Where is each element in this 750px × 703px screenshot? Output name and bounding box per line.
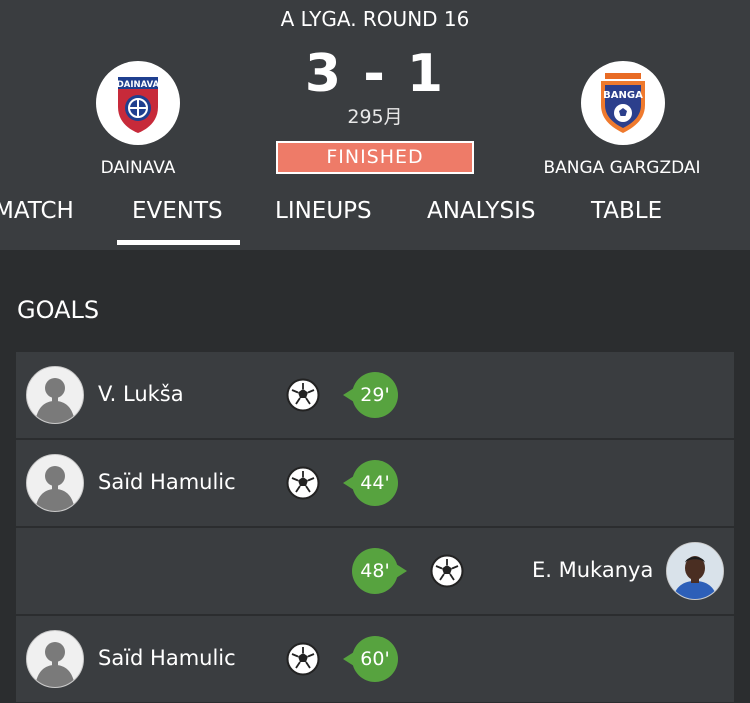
- match-header: A LYGA. ROUND 16 DAINAVA DAINAVA 3 - 1 2…: [0, 0, 750, 250]
- banga-crest-icon: BANGA: [601, 73, 645, 133]
- tab-lineups[interactable]: LINEUPS: [275, 198, 372, 224]
- soccer-ball-icon: [286, 378, 320, 412]
- tab-events[interactable]: EVENTS: [132, 198, 223, 224]
- match-status-badge: FINISHED: [276, 141, 474, 174]
- player-avatar-icon: [26, 454, 84, 512]
- goal-scorer-name[interactable]: Saïd Hamulic: [98, 646, 236, 670]
- away-crest-text: BANGA: [603, 90, 643, 101]
- goal-minute-badge: 29': [343, 372, 398, 418]
- tab-match[interactable]: MATCH: [0, 198, 74, 224]
- goal-scorer-name[interactable]: V. Lukša: [98, 382, 184, 406]
- tab-table[interactable]: TABLE: [591, 198, 662, 224]
- goal-minute-badge: 60': [343, 636, 398, 682]
- goal-minute-badge: 48': [352, 548, 407, 594]
- active-tab-indicator: [117, 240, 240, 245]
- goal-event-row[interactable]: V. Lukša 29': [16, 352, 734, 438]
- competition-round: A LYGA. ROUND 16: [280, 7, 470, 31]
- goal-scorer-name[interactable]: Saïd Hamulic: [98, 470, 236, 494]
- player-avatar-icon: [26, 366, 84, 424]
- goal-event-row[interactable]: Saïd Hamulic 44': [16, 440, 734, 526]
- soccer-ball-icon: [430, 554, 464, 588]
- away-team-crest[interactable]: BANGA: [581, 61, 665, 145]
- tab-analysis[interactable]: ANALYSIS: [427, 198, 535, 224]
- player-avatar-icon: [26, 630, 84, 688]
- goal-event-row[interactable]: 48' E. Mukanya: [16, 528, 734, 614]
- soccer-ball-icon: [286, 466, 320, 500]
- goals-section-title: GOALS: [17, 296, 100, 324]
- home-team-name[interactable]: DAINAVA: [28, 158, 248, 178]
- goal-scorer-name[interactable]: E. Mukanya: [532, 558, 653, 582]
- goal-minute-badge: 44': [343, 460, 398, 506]
- player-photo-avatar: [666, 542, 724, 600]
- away-team-name[interactable]: BANGA GARGZDAI: [512, 158, 732, 178]
- goal-event-row[interactable]: Saïd Hamulic 60': [16, 616, 734, 702]
- soccer-ball-icon: [286, 642, 320, 676]
- match-tabs: MATCH EVENTS LINEUPS ANALYSIS TABLE: [0, 196, 750, 250]
